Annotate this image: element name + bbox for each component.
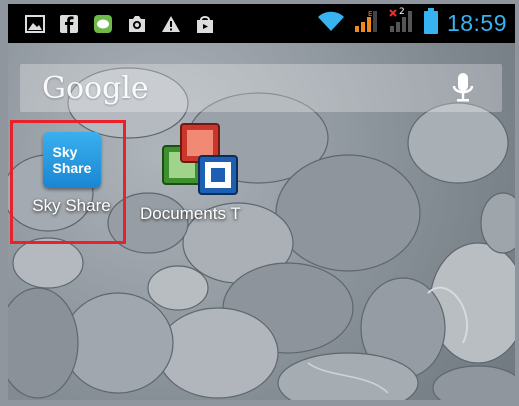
documents-to-go-icon[interactable] [161,122,239,198]
status-bar: E 2 18:59 [8,4,515,43]
camera-icon[interactable] [127,14,147,34]
documents-to-go-label: Documents T [140,204,241,223]
shopping-bag-icon[interactable] [195,14,215,34]
wifi-icon [317,10,345,37]
image-icon[interactable] [25,14,45,34]
clock: 18:59 [446,10,507,36]
sim2-badge: 2 [398,7,405,17]
warning-icon[interactable] [161,14,181,34]
signal-sim2-no-service-icon: 2 [389,7,415,38]
google-logo[interactable]: Google [42,71,149,106]
highlight-box [10,120,126,244]
microphone-icon[interactable] [452,72,474,104]
app-documents-to-go[interactable]: Documents T [140,120,260,245]
google-search-bar[interactable]: Google [20,64,502,112]
home-screen: E 2 18:59 Google Sky Share Sky Share Doc… [0,0,519,406]
svg-text:E: E [368,10,372,18]
signal-sim1-icon: E [354,9,380,38]
green-app-icon[interactable] [93,14,113,34]
battery-icon [423,8,438,39]
facebook-icon[interactable] [59,14,79,34]
